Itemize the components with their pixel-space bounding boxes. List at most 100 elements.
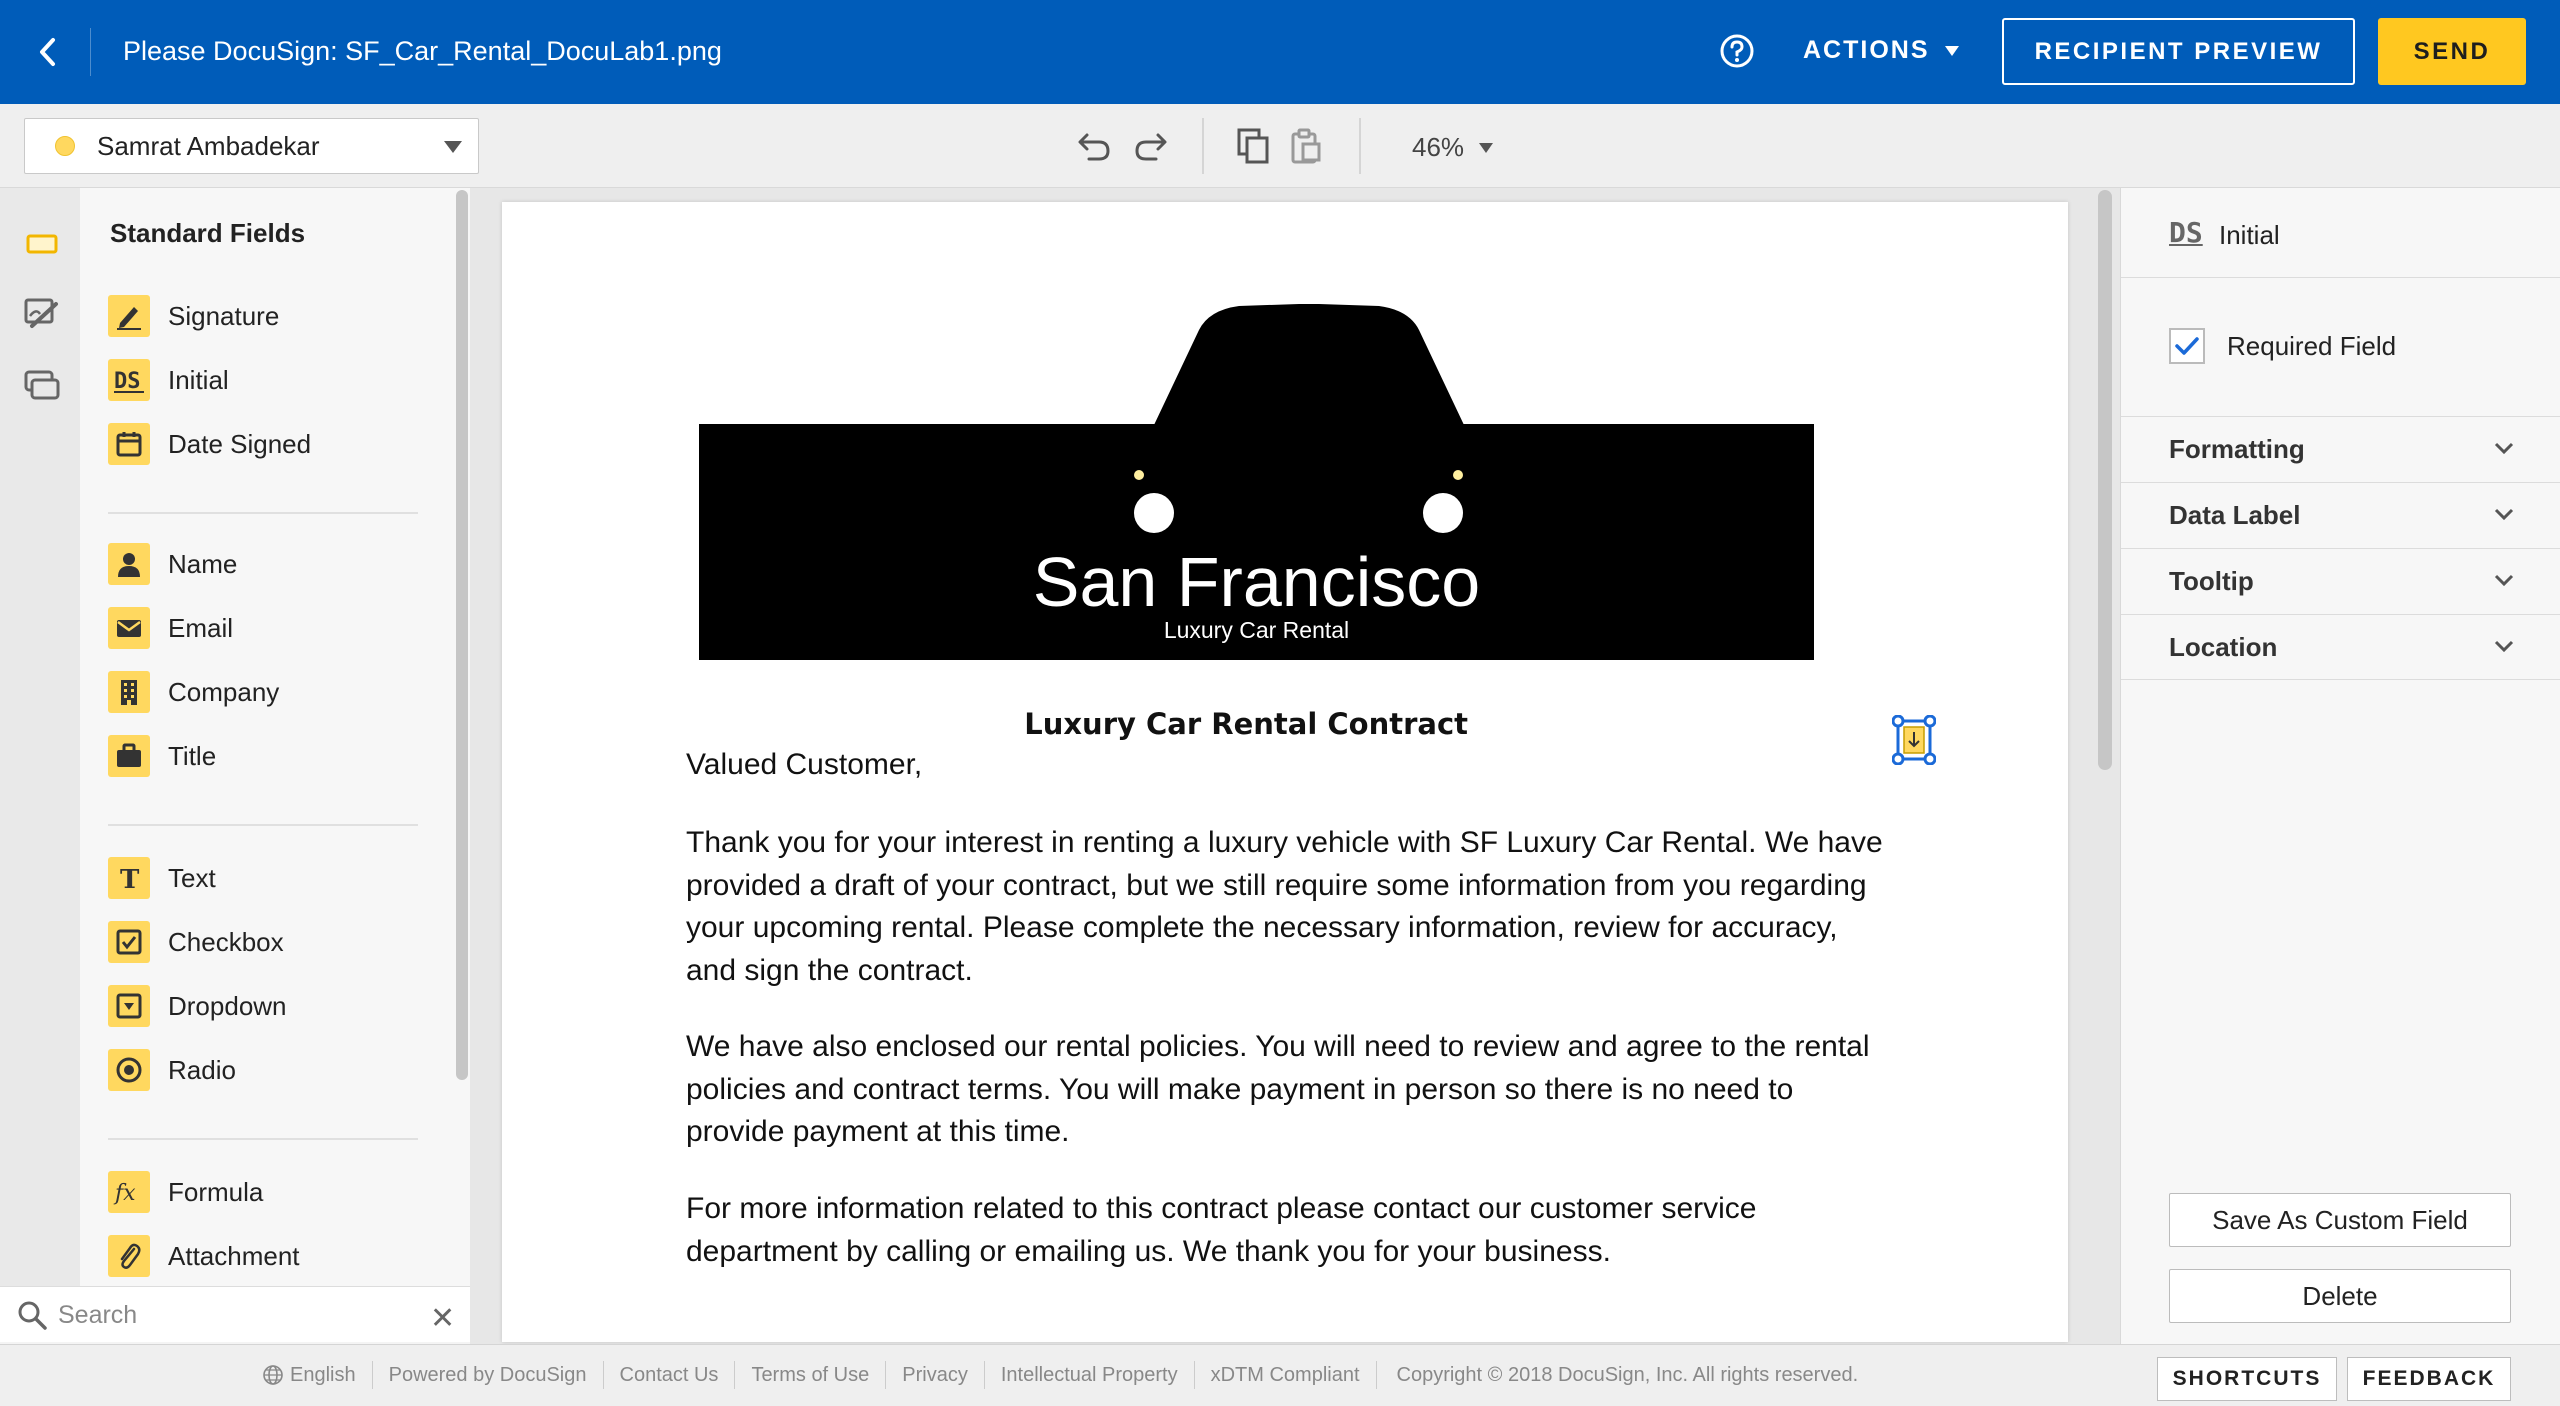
toolbar-divider: [1359, 118, 1361, 174]
required-field-checkbox[interactable]: Required Field: [2169, 328, 2396, 364]
tooltip-section[interactable]: Tooltip: [2121, 548, 2560, 614]
car-silhouette-icon: [1096, 304, 1501, 533]
language-selector[interactable]: English: [262, 1361, 373, 1389]
person-icon: [108, 543, 150, 585]
field-properties-panel: DS Initial Required Field Formatting Dat…: [2120, 188, 2560, 1344]
save-custom-field-button[interactable]: Save As Custom Field: [2169, 1193, 2511, 1247]
actions-label: ACTIONS: [1803, 36, 1930, 64]
header-divider: [90, 28, 91, 76]
question-circle-icon[interactable]: [1718, 32, 1756, 70]
panel-title: Standard Fields: [110, 218, 306, 248]
copyright: Copyright © 2018 DocuSign, Inc. All righ…: [1396, 1363, 1859, 1386]
shortcuts-button[interactable]: SHORTCUTS: [2157, 1357, 2337, 1401]
dropdown-icon: [108, 985, 150, 1027]
paragraph: Thank you for your interest in renting a…: [686, 826, 1883, 987]
field-label: Title: [168, 740, 217, 771]
logo-city: San Francisco: [1032, 543, 1481, 621]
redo-icon[interactable]: [1130, 126, 1170, 166]
ds-initial-icon: DS: [2169, 216, 2203, 249]
fields-scrollbar[interactable]: [456, 190, 468, 1080]
footer-link[interactable]: Privacy: [886, 1361, 985, 1389]
pen-icon: [108, 295, 150, 337]
section-label: Tooltip: [2169, 566, 2254, 596]
data-label-section[interactable]: Data Label: [2121, 482, 2560, 548]
feedback-button[interactable]: FEEDBACK: [2347, 1357, 2511, 1401]
field-company[interactable]: Company: [108, 670, 279, 714]
field-radio[interactable]: Radio: [108, 1048, 236, 1092]
standard-fields-icon[interactable]: [22, 224, 62, 264]
chevron-left-icon: [40, 38, 55, 66]
document-title: Please DocuSign: SF_Car_Rental_DocuLab1.…: [123, 36, 722, 66]
copy-icon[interactable]: [1233, 126, 1273, 166]
field-date-signed[interactable]: Date Signed: [108, 422, 311, 466]
standard-fields-panel: Standard Fields Signature DS Initial Dat…: [80, 188, 470, 1288]
recipient-select[interactable]: Samrat Ambadekar: [24, 118, 479, 174]
radio-icon: [108, 1049, 150, 1091]
field-signature[interactable]: Signature: [108, 294, 279, 338]
custom-fields-icon[interactable]: [22, 294, 62, 334]
svg-text:DS: DS: [114, 369, 141, 394]
field-name[interactable]: Name: [108, 542, 237, 586]
formatting-section[interactable]: Formatting: [2121, 416, 2560, 482]
chevron-down-icon: [2494, 508, 2514, 521]
field-label: Radio: [168, 1054, 236, 1085]
field-formula[interactable]: fx Formula: [108, 1170, 263, 1214]
search-input[interactable]: [58, 1297, 418, 1333]
envelope-icon: [108, 607, 150, 649]
footer-links: English Powered by DocuSign Contact Us T…: [262, 1361, 1858, 1389]
section-label: Formatting: [2169, 434, 2305, 464]
group-divider: [108, 1138, 418, 1140]
field-label: Attachment: [168, 1240, 300, 1271]
field-email[interactable]: Email: [108, 606, 233, 650]
send-button[interactable]: SEND: [2378, 18, 2526, 85]
zoom-level: 46%: [1412, 132, 1465, 162]
field-label: Initial: [168, 364, 229, 395]
briefcase-icon: [108, 735, 150, 777]
group-divider: [108, 512, 418, 514]
paste-icon[interactable]: [1286, 126, 1326, 166]
footer-link[interactable]: xDTM Compliant: [1195, 1361, 1377, 1389]
svg-text:T: T: [120, 865, 140, 893]
footer-link[interactable]: Contact Us: [604, 1361, 736, 1389]
recipient-preview-button[interactable]: RECIPIENT PREVIEW: [2002, 18, 2355, 85]
footer-link[interactable]: Powered by DocuSign: [373, 1361, 604, 1389]
document-canvas: San Francisco Luxury Car Rental Luxury C…: [470, 188, 2120, 1344]
delete-button[interactable]: Delete: [2169, 1269, 2511, 1323]
field-title[interactable]: Title: [108, 734, 216, 778]
top-header: Please DocuSign: SF_Car_Rental_DocuLab1.…: [0, 0, 2560, 104]
clear-icon[interactable]: ✕: [430, 1301, 455, 1336]
actions-menu[interactable]: ACTIONS: [1803, 36, 1960, 65]
footer-link[interactable]: Terms of Use: [735, 1361, 887, 1389]
location-section[interactable]: Location: [2121, 614, 2560, 680]
building-icon: [108, 671, 150, 713]
field-dropdown[interactable]: Dropdown: [108, 984, 287, 1028]
document-page: San Francisco Luxury Car Rental Luxury C…: [502, 202, 2068, 1342]
svg-text:fx: fx: [113, 1181, 136, 1206]
field-initial[interactable]: DS Initial: [108, 358, 229, 402]
back-button[interactable]: [26, 30, 70, 74]
search-icon: [18, 1301, 47, 1330]
field-label: Checkbox: [168, 926, 284, 957]
field-label: Text: [168, 862, 216, 893]
section-label: Data Label: [2169, 500, 2301, 530]
contract-heading: Luxury Car Rental Contract: [1024, 707, 1468, 741]
field-text[interactable]: T Text: [108, 856, 216, 900]
stack-fields-icon[interactable]: [22, 364, 62, 404]
properties-header: DS Initial: [2121, 188, 2560, 278]
chevron-down-icon: [2494, 442, 2514, 455]
field-attachment[interactable]: Attachment: [108, 1234, 300, 1278]
footer-link[interactable]: Intellectual Property: [985, 1361, 1195, 1389]
canvas-scrollbar[interactable]: [2098, 190, 2112, 770]
recipient-color-dot: [55, 136, 75, 156]
field-checkbox[interactable]: Checkbox: [108, 920, 284, 964]
initial-field-tag[interactable]: [1892, 715, 1936, 765]
page-footer: English Powered by DocuSign Contact Us T…: [0, 1344, 2560, 1406]
checkbox-icon: [108, 921, 150, 963]
group-divider: [108, 824, 418, 826]
field-label: Email: [168, 612, 234, 643]
undo-icon[interactable]: [1075, 126, 1115, 166]
caret-down-icon: [444, 141, 462, 153]
zoom-select[interactable]: 46%: [1412, 132, 1494, 163]
caret-down-icon: [1944, 45, 1959, 56]
editor-toolbar: Samrat Ambadekar 46%: [0, 104, 2560, 188]
